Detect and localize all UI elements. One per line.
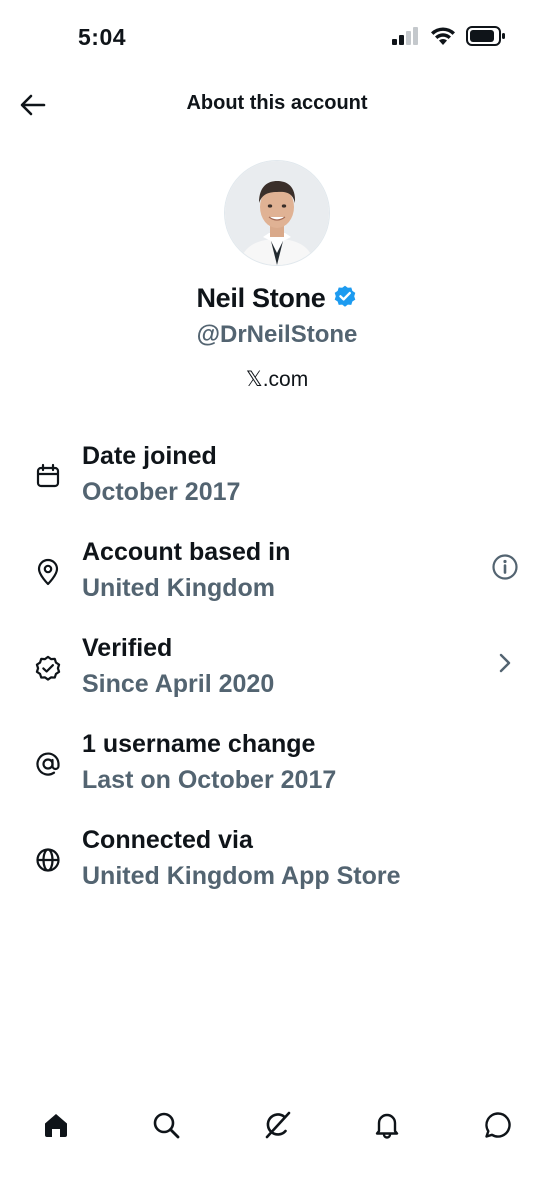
grok-icon xyxy=(265,1111,291,1139)
info-title: Connected via xyxy=(82,826,253,854)
bottom-nav xyxy=(0,1100,554,1150)
wifi-icon xyxy=(430,26,456,51)
info-value: Since April 2020 xyxy=(82,670,275,698)
info-title: Verified xyxy=(82,634,173,662)
info-row-date-joined: Date joined October 2017 xyxy=(0,440,554,536)
info-list: Date joined October 2017 Account based i… xyxy=(0,440,554,920)
status-bar: 5:04 xyxy=(0,0,554,72)
profile-photo xyxy=(225,161,329,265)
status-icons xyxy=(392,26,506,51)
bell-icon xyxy=(375,1113,399,1139)
chevron-right-icon xyxy=(499,653,511,673)
info-row-verified[interactable]: Verified Since April 2020 xyxy=(0,632,554,728)
home-icon xyxy=(45,1114,67,1137)
verified-badge-outline-icon xyxy=(34,654,62,682)
header: About this account xyxy=(0,78,554,132)
battery-icon xyxy=(466,26,506,51)
info-button[interactable] xyxy=(490,552,520,582)
profile-name: Neil Stone xyxy=(196,283,326,313)
verified-details-button[interactable] xyxy=(490,648,520,678)
info-title: 1 username change xyxy=(82,730,316,758)
cellular-signal-icon xyxy=(392,27,420,50)
nav-home[interactable] xyxy=(39,1108,73,1142)
at-sign-icon xyxy=(34,750,62,778)
calendar-icon xyxy=(34,462,62,490)
info-value: Last on October 2017 xyxy=(82,766,337,794)
info-title: Date joined xyxy=(82,442,217,470)
avatar[interactable] xyxy=(225,161,329,265)
nav-messages[interactable] xyxy=(481,1108,515,1142)
status-time: 5:04 xyxy=(78,24,127,50)
profile-handle: @DrNeilStone xyxy=(196,321,358,348)
page-title: About this account xyxy=(186,92,368,114)
nav-search[interactable] xyxy=(149,1108,183,1142)
profile-source: 𝕏.com xyxy=(245,368,309,391)
verified-badge-icon[interactable] xyxy=(332,283,358,314)
message-bubble-icon xyxy=(485,1112,511,1138)
info-row-account-based-in: Account based in United Kingdom xyxy=(0,536,554,632)
location-pin-icon xyxy=(34,558,62,586)
info-title: Account based in xyxy=(82,538,291,566)
info-value: United Kingdom xyxy=(82,574,276,602)
info-row-username-change: 1 username change Last on October 2017 xyxy=(0,728,554,824)
nav-notifications[interactable] xyxy=(370,1108,404,1142)
profile-name-row: Neil Stone xyxy=(0,283,554,314)
info-row-connected-via: Connected via United Kingdom App Store xyxy=(0,824,554,920)
search-icon xyxy=(153,1112,180,1139)
info-icon xyxy=(492,554,518,580)
info-value: United Kingdom App Store xyxy=(82,862,401,890)
nav-grok[interactable] xyxy=(260,1108,294,1142)
info-value: October 2017 xyxy=(82,478,241,506)
globe-icon xyxy=(34,846,62,874)
